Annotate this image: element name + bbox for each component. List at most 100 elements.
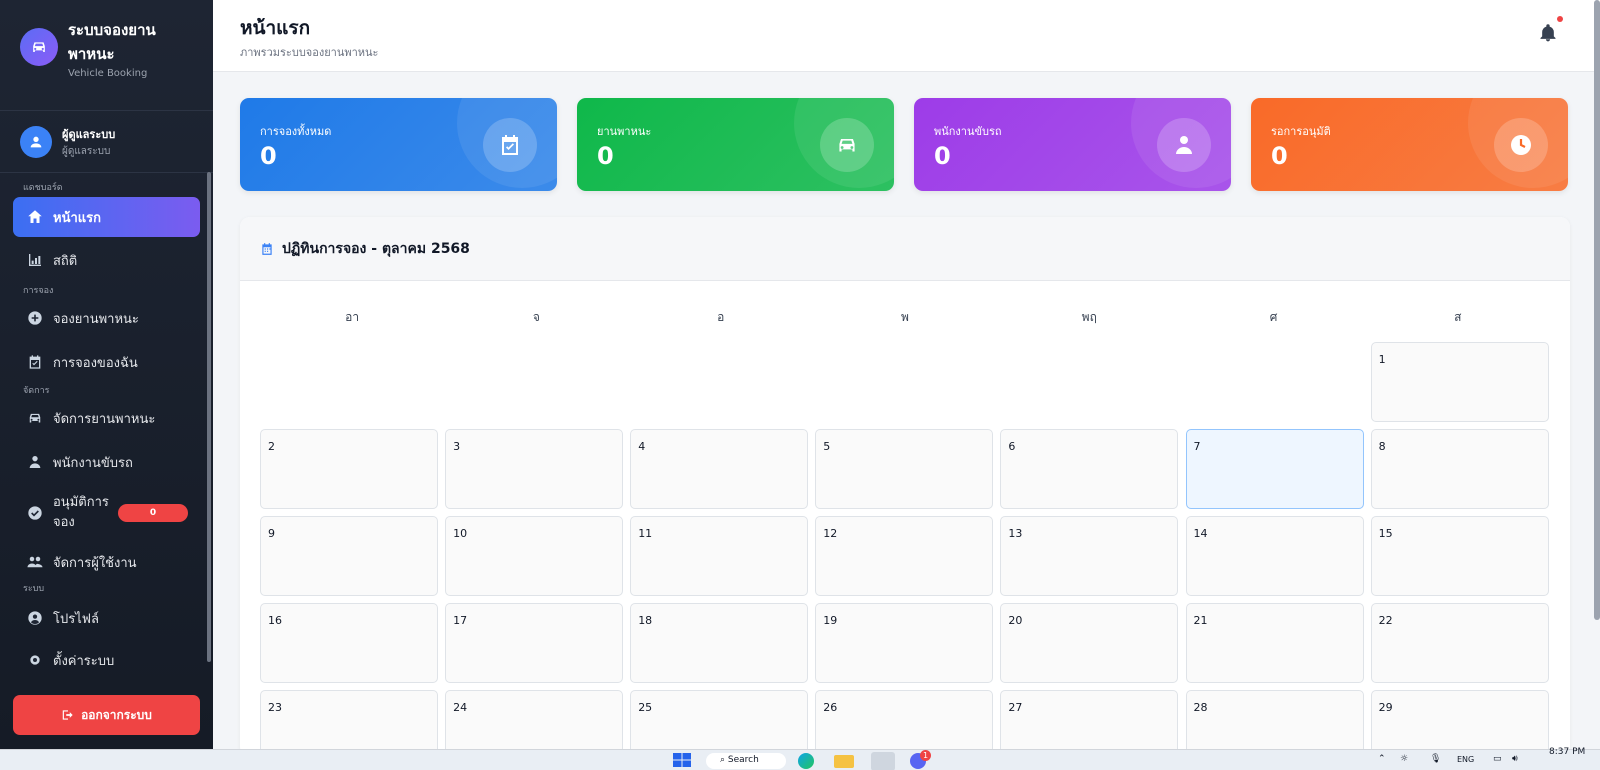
calendar-day[interactable]: 19 bbox=[815, 603, 994, 683]
calendar-day[interactable]: 3 bbox=[445, 429, 624, 509]
nav-profile[interactable]: โปรไฟล์ bbox=[13, 598, 200, 638]
plus-circle-icon bbox=[25, 308, 45, 328]
weekday-label: จ bbox=[532, 310, 540, 324]
folder-icon[interactable] bbox=[834, 755, 854, 768]
calendar-day[interactable]: 23 bbox=[260, 690, 438, 757]
nav-label: ตั้งค่าระบบ bbox=[53, 653, 115, 669]
car-icon bbox=[820, 118, 874, 172]
nav-label: สถิติ bbox=[53, 253, 78, 269]
day-number: 28 bbox=[1193, 701, 1208, 714]
calendar-day[interactable]: 11 bbox=[630, 516, 809, 596]
calendar-day[interactable]: 21 bbox=[1185, 603, 1364, 683]
calendar-check-icon bbox=[25, 352, 45, 372]
calendar-day[interactable]: 9 bbox=[260, 516, 438, 596]
bell-icon[interactable] bbox=[1538, 23, 1560, 45]
nav-home[interactable]: หน้าแรก bbox=[13, 197, 200, 237]
logout-label: ออกจากระบบ bbox=[81, 707, 152, 722]
calendar-day[interactable]: 5 bbox=[815, 429, 994, 509]
calendar-day[interactable]: 15 bbox=[1370, 516, 1549, 596]
nav-stats[interactable]: สถิติ bbox=[13, 240, 200, 280]
weekday-label: ส bbox=[1454, 310, 1462, 324]
calendar-day[interactable]: 4 bbox=[630, 429, 809, 509]
mic-icon[interactable]: 🎙︎ bbox=[1430, 754, 1441, 764]
windows-start-icon[interactable] bbox=[673, 753, 691, 767]
calendar-day[interactable]: 1 bbox=[1370, 342, 1549, 422]
chevron-up-icon[interactable]: ⌃ bbox=[1378, 754, 1386, 764]
user-name: ผู้ดูแลระบบ bbox=[62, 127, 116, 141]
edge-icon[interactable] bbox=[798, 753, 814, 769]
nav-book-vehicle[interactable]: จองยานพาหนะ bbox=[13, 298, 200, 338]
logout-button[interactable]: ออกจากระบบ bbox=[13, 695, 200, 735]
day-number: 3 bbox=[453, 440, 461, 453]
calendar-day[interactable]: 14 bbox=[1185, 516, 1364, 596]
logout-icon bbox=[62, 710, 73, 720]
weekday-label: อ bbox=[717, 310, 725, 324]
day-number: 27 bbox=[1008, 701, 1023, 714]
calendar-day[interactable]: 29 bbox=[1370, 690, 1549, 757]
nav-approve-line1: อนุมัติการ bbox=[53, 495, 109, 510]
day-number: 29 bbox=[1378, 701, 1393, 714]
day-number: 18 bbox=[638, 614, 653, 627]
day-number: 14 bbox=[1193, 527, 1208, 540]
calendar-day[interactable]: 13 bbox=[1000, 516, 1179, 596]
notification-count-badge: 1 bbox=[920, 750, 931, 761]
calendar-day[interactable]: 24 bbox=[445, 690, 624, 757]
nav-approve-booking[interactable]: อนุมัติการ จอง 0 bbox=[13, 486, 200, 540]
calendar-day[interactable]: 10 bbox=[445, 516, 624, 596]
network-icon[interactable]: ▭ bbox=[1493, 754, 1502, 764]
approve-count-badge: 0 bbox=[118, 504, 188, 522]
nav-label: พนักงานขับรถ bbox=[53, 455, 133, 471]
calendar-day[interactable]: 8 bbox=[1370, 429, 1549, 509]
clock-time[interactable]: 8:37 PM bbox=[1549, 747, 1585, 757]
day-number: 12 bbox=[823, 527, 838, 540]
user-panel: ผู้ดูแลระบบ ผู้ดูแลระบบ bbox=[0, 111, 213, 173]
calendar-day[interactable]: 12 bbox=[815, 516, 994, 596]
nav-label: อนุมัติการ จอง bbox=[53, 493, 109, 533]
calendar-day[interactable]: 28 bbox=[1185, 690, 1364, 757]
nav-settings[interactable]: ตั้งค่าระบบ bbox=[13, 640, 200, 680]
calendar-day[interactable]: 2 bbox=[260, 429, 438, 509]
day-number: 25 bbox=[638, 701, 653, 714]
calendar-day[interactable]: 16 bbox=[260, 603, 438, 683]
calendar-check-icon bbox=[483, 118, 537, 172]
calendar-day[interactable]: 17 bbox=[445, 603, 624, 683]
brand-title: ระบบจองยานพาหนะ bbox=[68, 21, 156, 63]
calendar-day[interactable]: 27 bbox=[1000, 690, 1179, 757]
calendar-day[interactable]: 22 bbox=[1370, 603, 1549, 683]
nav-manage-vehicles[interactable]: จัดการยานพาหนะ bbox=[13, 398, 200, 438]
nav-manage-users[interactable]: จัดการผู้ใช้งาน bbox=[13, 542, 200, 582]
nav-label: โปรไฟล์ bbox=[53, 611, 99, 627]
day-number: 13 bbox=[1008, 527, 1023, 540]
brightness-icon[interactable]: ☼ bbox=[1400, 754, 1408, 764]
day-number: 1 bbox=[1378, 353, 1386, 366]
stat-card-bookings: การจองทั้งหมด 0 bbox=[240, 98, 557, 191]
calendar-header: ปฏิทินการจอง - ตุลาคม 2568 bbox=[240, 217, 1570, 281]
driver-icon bbox=[25, 452, 45, 472]
page-scrollbar[interactable] bbox=[1594, 0, 1600, 620]
calendar-day[interactable]: 6 bbox=[1000, 429, 1179, 509]
nav-my-bookings[interactable]: การจองของฉัน bbox=[13, 342, 200, 382]
page-title: หน้าแรก bbox=[240, 17, 311, 39]
nav-label: หน้าแรก bbox=[53, 210, 101, 226]
booking-calendar: ปฏิทินการจอง - ตุลาคม 2568 อาจอพพฤศส 123… bbox=[240, 217, 1570, 757]
page-subtitle: ภาพรวมระบบจองยานพาหนะ bbox=[240, 46, 379, 59]
taskbar-search[interactable]: ⌕ Search bbox=[706, 753, 786, 769]
sidebar-scrollbar[interactable] bbox=[207, 172, 211, 662]
day-number: 26 bbox=[823, 701, 838, 714]
day-number: 6 bbox=[1008, 440, 1016, 453]
nav-drivers[interactable]: พนักงานขับรถ bbox=[13, 442, 200, 482]
language-indicator[interactable]: ENG bbox=[1457, 755, 1474, 764]
calendar-day[interactable]: 26 bbox=[815, 690, 994, 757]
calendar-day-today[interactable]: 7 bbox=[1185, 429, 1364, 509]
volume-icon[interactable]: 🔊︎ bbox=[1512, 754, 1518, 764]
stat-label: พนักงานขับรถ bbox=[934, 125, 1002, 138]
day-number: 4 bbox=[638, 440, 646, 453]
chrome-icon[interactable] bbox=[871, 752, 895, 770]
user-avatar-icon bbox=[20, 125, 52, 158]
stat-label: การจองทั้งหมด bbox=[260, 125, 332, 138]
nav-label: การจองของฉัน bbox=[53, 355, 138, 371]
weekday-label: พฤ bbox=[1081, 310, 1097, 324]
calendar-day[interactable]: 18 bbox=[630, 603, 809, 683]
calendar-day[interactable]: 25 bbox=[630, 690, 809, 757]
calendar-day[interactable]: 20 bbox=[1000, 603, 1179, 683]
